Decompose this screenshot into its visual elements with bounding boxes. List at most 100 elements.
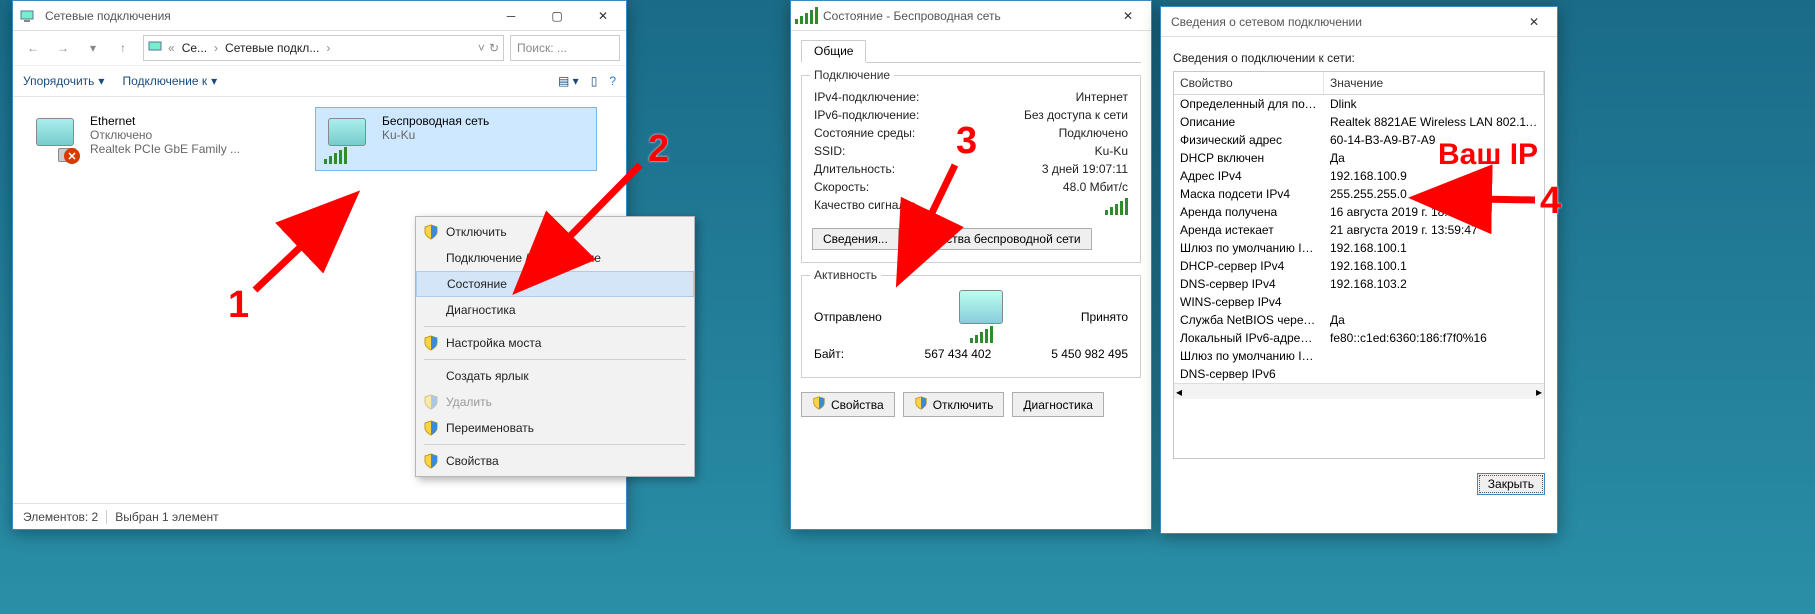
help-button[interactable]: ? [609,74,616,88]
column-property[interactable]: Свойство [1174,72,1324,94]
wireless-status-window: Состояние - Беспроводная сеть ✕ Общие По… [790,0,1152,530]
cell-value: Realtek 8821AE Wireless LAN 802.11ac PCI [1324,113,1544,131]
titlebar[interactable]: Сетевые подключения ─ ▢ ✕ [13,1,626,31]
search-input[interactable]: Поиск: ... [510,35,620,61]
address-row: ← → ▾ ↑ « Се... › Сетевые подкл... › ˅ ↻… [13,31,626,65]
breadcrumb-seg1[interactable]: Се... [179,41,210,55]
close-button[interactable]: ✕ [1511,7,1557,37]
breadcrumb-seg2[interactable]: Сетевые подкл... [222,41,322,55]
view-button[interactable]: ▤ ▾ [558,74,579,88]
cell-property: Адрес IPv4 [1174,167,1324,185]
wifi-icon [322,114,372,164]
scroll-right-icon[interactable]: ▸ [1536,385,1542,399]
disable-button[interactable]: Отключить [903,392,1005,417]
close-button[interactable]: ✕ [1105,1,1151,31]
table-row: Служба NetBIOS через T...Да [1174,311,1544,329]
kv-value: Подключено [1059,126,1128,140]
close-dialog-button[interactable]: Закрыть [1477,473,1545,495]
menu-connect-disconnect[interactable]: Подключение / Отключение [416,245,694,271]
nav-forward-button[interactable]: → [49,35,77,61]
menu-rename[interactable]: Переименовать [416,415,694,441]
annotation-number-1: 1 [228,284,249,327]
preview-pane-button[interactable]: ▯ [591,74,598,88]
details-label: Сведения о подключении к сети: [1173,51,1545,65]
table-row: Шлюз по умолчанию IPv6 [1174,347,1544,365]
menu-separator [424,326,686,327]
shield-icon [812,396,826,413]
context-menu: Отключить Подключение / Отключение Состо… [415,216,695,477]
cell-value [1324,347,1544,365]
diagnostics-button[interactable]: Диагностика [1012,392,1104,417]
cell-value: 192.168.103.2 [1324,275,1544,293]
chevron-down-icon: ▾ [211,74,217,88]
group-legend: Активность [810,268,881,282]
cell-value: 16 августа 2019 г. 18:57:08 [1324,203,1544,221]
shield-icon [423,453,439,469]
minimize-button[interactable]: ─ [488,1,534,31]
connection-details-window: Сведения о сетевом подключении ✕ Сведени… [1160,6,1558,534]
cell-value: 192.168.100.1 [1324,239,1544,257]
group-connection: Подключение IPv4-подключение:ИнтернетIPv… [801,75,1141,263]
annotation-number-4: 4 [1540,180,1561,223]
wifi-properties-button[interactable]: Свойства беспроводной сети [907,228,1092,250]
nav-recent-button[interactable]: ▾ [79,35,107,61]
nav-back-button[interactable]: ← [19,35,47,61]
chevron-right-icon: › [214,41,218,55]
shield-icon [423,420,439,436]
cell-value: 255.255.255.0 [1324,185,1544,203]
kv-row: Длительность:3 дней 19:07:11 [814,162,1128,176]
menu-disable[interactable]: Отключить [416,219,694,245]
table-row: Маска подсети IPv4255.255.255.0 [1174,185,1544,203]
chevron-down-icon[interactable]: ˅ [478,41,485,55]
scroll-left-icon[interactable]: ◂ [1176,385,1182,399]
cell-value [1324,365,1544,383]
table-row: Аренда истекает21 августа 2019 г. 13:59:… [1174,221,1544,239]
status-count: Элементов: 2 [23,510,98,524]
refresh-icon[interactable]: ↻ [489,41,499,55]
cell-value: 192.168.100.1 [1324,257,1544,275]
shield-icon [423,394,439,410]
address-bar[interactable]: « Се... › Сетевые подкл... › ˅ ↻ [143,35,504,61]
menu-separator [424,444,686,445]
chevron-left-icon: « [168,41,175,55]
menu-properties[interactable]: Свойства [416,448,694,474]
kv-value: Без доступа к сети [1024,108,1128,122]
cell-property: Аренда получена [1174,203,1324,221]
maximize-button[interactable]: ▢ [534,1,580,31]
status-selected: Выбран 1 элемент [115,510,218,524]
tab-general[interactable]: Общие [801,40,866,63]
connection-state: Отключено [90,128,240,142]
organize-button[interactable]: Упорядочить ▾ [23,74,104,88]
titlebar[interactable]: Сведения о сетевом подключении ✕ [1161,7,1557,37]
cell-value: Dlink [1324,95,1544,113]
horizontal-scrollbar[interactable]: ◂ ▸ [1174,383,1544,399]
kv-key: SSID: [814,144,845,158]
cell-value: fe80::c1ed:6360:186:f7f0%16 [1324,329,1544,347]
menu-create-shortcut[interactable]: Создать ярлык [416,363,694,389]
menu-bridge[interactable]: Настройка моста [416,330,694,356]
table-row: DNS-сервер IPv6 [1174,365,1544,383]
annotation-number-2: 2 [648,128,669,171]
status-bar: Элементов: 2 Выбран 1 элемент [13,503,626,529]
bytes-sent: 567 434 402 [925,347,992,361]
cell-value: 21 августа 2019 г. 13:59:47 [1324,221,1544,239]
chevron-down-icon: ▾ [98,74,104,88]
connect-to-button[interactable]: Подключение к ▾ [122,74,217,88]
connection-ethernet[interactable]: ✕ Ethernet Отключено Realtek PCIe GbE Fa… [23,107,305,171]
nav-up-button[interactable]: ↑ [109,35,137,61]
activity-recv-label: Принято [1081,310,1128,324]
menu-state[interactable]: Состояние [416,271,694,297]
connection-wifi[interactable]: Беспроводная сеть Ku-Ku [315,107,597,171]
column-value[interactable]: Значение [1324,72,1544,94]
kv-value: Ku-Ku [1095,144,1128,158]
cell-property: Маска подсети IPv4 [1174,185,1324,203]
connection-ssid: Ku-Ku [382,128,489,142]
bytes-recv: 5 450 982 495 [1051,347,1128,361]
menu-diagnostics[interactable]: Диагностика [416,297,694,323]
close-button[interactable]: ✕ [580,1,626,31]
details-button[interactable]: Сведения... [812,228,899,250]
titlebar[interactable]: Состояние - Беспроводная сеть ✕ [791,1,1151,31]
network-icon [13,8,43,24]
properties-button[interactable]: Свойства [801,392,895,417]
details-grid: Свойство Значение Определенный для подк.… [1173,71,1545,459]
